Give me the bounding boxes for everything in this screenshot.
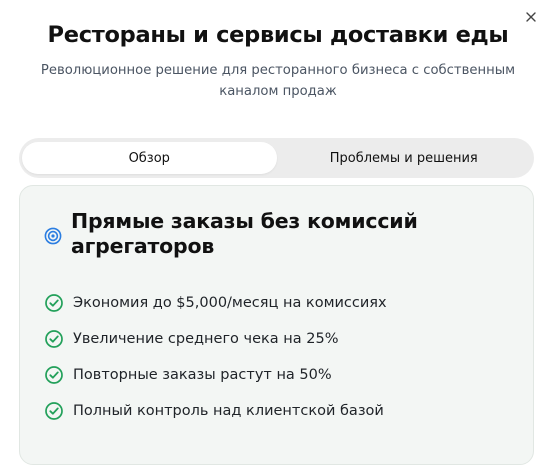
feature-card: Прямые заказы без комиссий агрегаторов Э… [19, 185, 534, 465]
tab-bar: Обзор Проблемы и решения [19, 138, 534, 178]
check-circle-icon [45, 294, 63, 312]
feature-text: Полный контроль над клиентской базой [73, 403, 384, 419]
target-icon [44, 227, 62, 245]
list-item: Повторные заказы растут на 50% [44, 357, 387, 393]
check-circle-icon [45, 402, 63, 420]
check-circle-icon [45, 330, 63, 348]
tab-problems-solutions[interactable]: Проблемы и решения [277, 142, 532, 174]
tab-overview[interactable]: Обзор [22, 142, 277, 174]
dialog-title: Рестораны и сервисы доставки еды [47, 22, 509, 48]
list-item: Увеличение среднего чека на 25% [44, 321, 387, 357]
list-item: Полный контроль над клиентской базой [44, 393, 387, 429]
feature-text: Повторные заказы растут на 50% [73, 367, 332, 383]
check-circle-icon [45, 366, 63, 384]
feature-text: Увеличение среднего чека на 25% [73, 331, 339, 347]
list-item: Экономия до $5,000/месяц на комиссиях [44, 285, 387, 321]
card-title: Прямые заказы без комиссий агрегаторов [71, 209, 418, 258]
close-icon [526, 12, 536, 22]
feature-list: Экономия до $5,000/месяц на комиссиях Ув… [44, 285, 387, 429]
dialog-subtitle: Революционное решение для ресторанного б… [40, 63, 516, 99]
feature-text: Экономия до $5,000/месяц на комиссиях [73, 295, 387, 311]
